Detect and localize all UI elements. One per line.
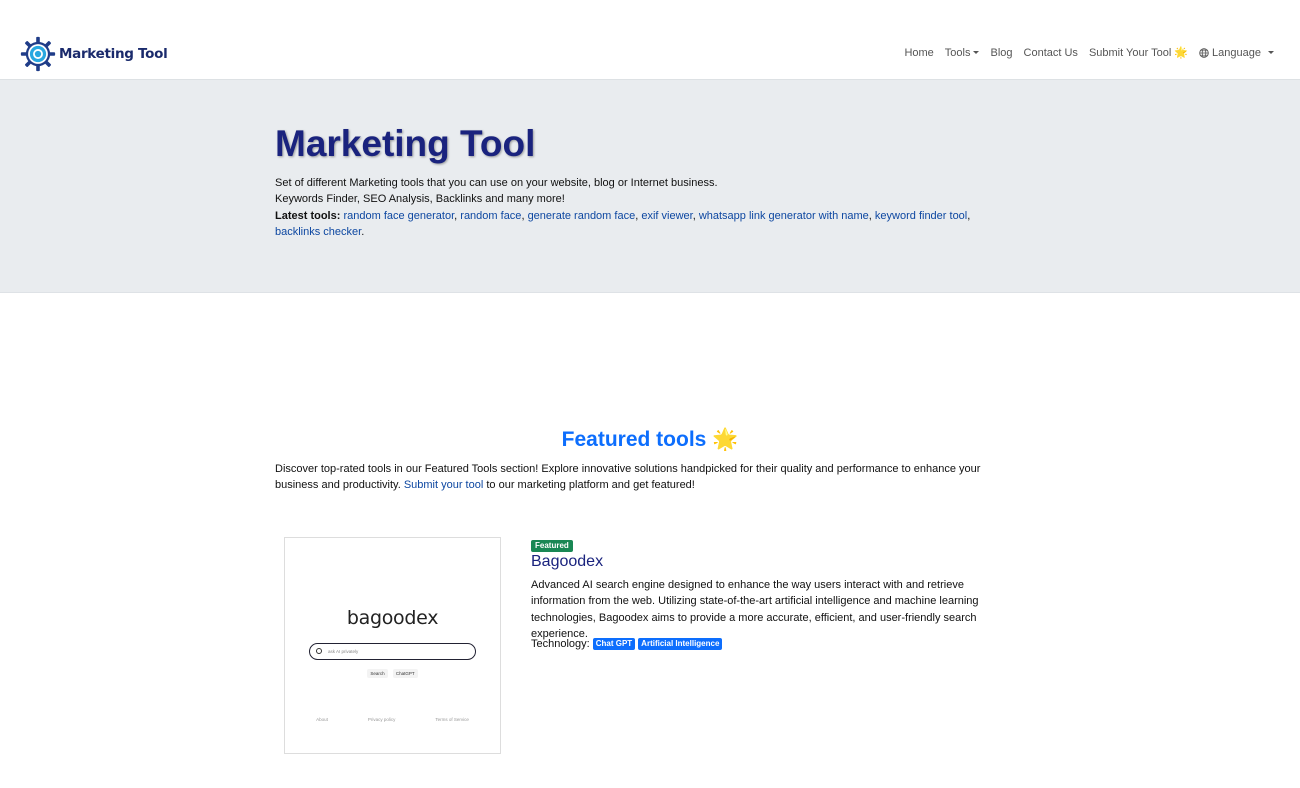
latest-tool-link[interactable]: random face <box>460 210 521 222</box>
page-title: Marketing Tool <box>275 123 536 164</box>
featured-badge: Featured <box>531 540 573 552</box>
thumbnail-footer-link: Privacy policy <box>367 717 396 722</box>
latest-tool-link[interactable]: backlinks checker <box>275 226 361 238</box>
nav-submit-tool[interactable]: Submit Your Tool 🌟 <box>1089 46 1188 59</box>
technology-label: Technology: <box>531 638 590 650</box>
latest-tool-link[interactable]: keyword finder tool <box>875 210 967 222</box>
thumbnail-search-placeholder: ask AI privately <box>328 649 359 654</box>
latest-tool-link[interactable]: random face generator <box>343 210 454 222</box>
thumbnail-chatgpt-button: ChatGPT <box>392 669 418 678</box>
latest-tools: Latest tools: random face generator, ran… <box>275 209 971 238</box>
featured-description: Discover top-rated tools in our Featured… <box>275 461 1017 494</box>
submit-tool-link[interactable]: Submit your tool <box>404 479 483 491</box>
nav-language-label: Language <box>1212 46 1261 59</box>
nav-tools-dropdown[interactable]: Tools <box>945 47 980 59</box>
nav-contact-label: Contact Us <box>1023 46 1078 59</box>
nav-blog[interactable]: Blog <box>990 47 1012 59</box>
thumbnail-buttons: Search ChatGPT <box>285 669 500 678</box>
tech-tag[interactable]: Chat GPT <box>592 638 636 650</box>
thumbnail-search-box: ask AI privately <box>309 643 476 660</box>
nav-contact[interactable]: Contact Us <box>1024 47 1078 59</box>
tool-description: Advanced AI search engine designed to en… <box>531 579 979 640</box>
nav-submit-label: Submit Your Tool 🌟 <box>1088 47 1189 59</box>
hero-line-2: Keywords Finder, SEO Analysis, Backlinks… <box>275 193 565 206</box>
latest-tool-link[interactable]: whatsapp link generator with name <box>699 210 869 222</box>
hero-line-1: Set of different Marketing tools that yo… <box>275 177 718 189</box>
tool-thumbnail[interactable]: bagoodex ask AI privately Search ChatGPT… <box>284 537 501 754</box>
tool-technology: Technology: Chat GPT Artificial Intellig… <box>531 638 723 650</box>
featured-heading: Featured tools 🌟 <box>561 428 739 451</box>
thumbnail-logo: bagoodex <box>346 607 439 629</box>
tech-tag[interactable]: Artificial Intelligence <box>638 638 723 650</box>
hero-section: Marketing Tool Set of different Marketin… <box>0 80 1300 293</box>
globe-icon <box>1199 47 1209 58</box>
nav-home-label: Home <box>904 46 934 59</box>
latest-tools-label: Latest tools: <box>275 209 341 222</box>
nav-language-dropdown[interactable]: Language <box>1199 47 1274 59</box>
latest-tool-link[interactable]: exif viewer <box>641 210 692 222</box>
search-icon <box>316 648 322 654</box>
thumbnail-search-button: Search <box>367 669 388 678</box>
nav-home[interactable]: Home <box>904 47 933 59</box>
tool-title-link[interactable]: Bagoodex <box>531 553 603 571</box>
nav-blog-label: Blog <box>990 46 1013 59</box>
gear-logo-icon <box>20 36 56 72</box>
latest-tool-link[interactable]: generate random face <box>528 210 636 222</box>
brand-link[interactable]: Marketing Tool <box>20 35 168 73</box>
thumbnail-footer-link: About <box>316 717 328 722</box>
navbar: Marketing Tool Home Tools Blog Contact U… <box>0 0 1300 80</box>
featured-desc-tail: to our marketing platform and get featur… <box>483 479 695 492</box>
thumbnail-footer: About Privacy policy Terms of Service <box>285 717 500 722</box>
nav-tools-label: Tools <box>944 46 971 59</box>
caret-down-icon <box>973 51 980 54</box>
hero-description: Set of different Marketing tools that yo… <box>275 175 1015 240</box>
main-nav: Home Tools Blog Contact Us Submit Your T… <box>893 46 1274 59</box>
brand-name: Marketing Tool <box>59 46 168 62</box>
thumbnail-footer-link: Terms of Service <box>435 717 469 722</box>
caret-down-icon <box>1268 51 1274 54</box>
